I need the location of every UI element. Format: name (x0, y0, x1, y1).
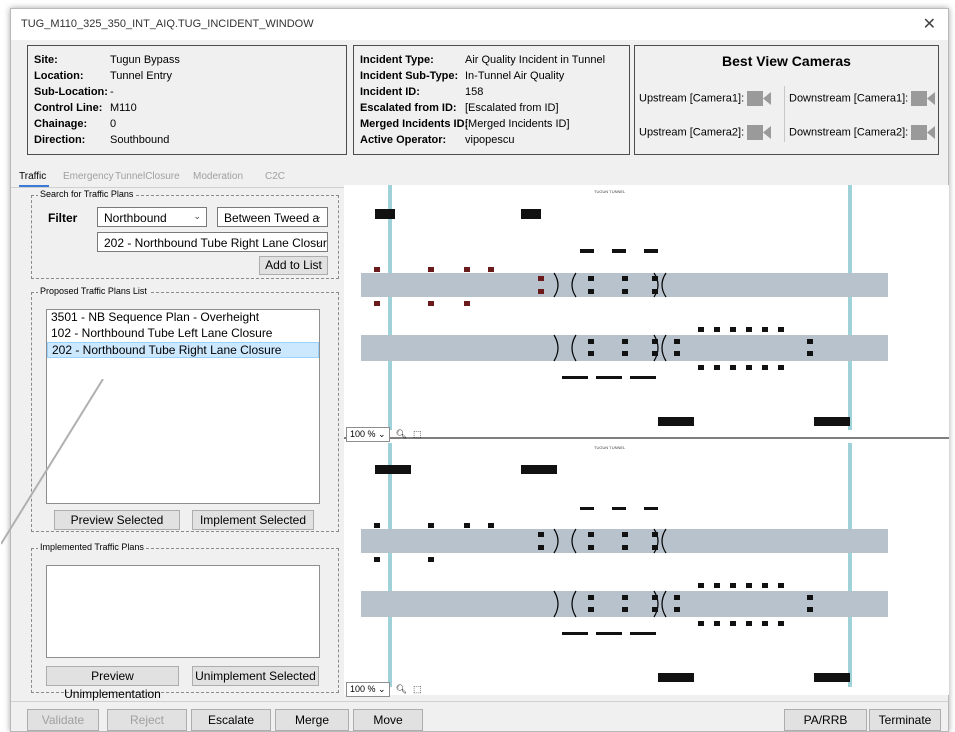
location-value: Tunnel Entry (110, 70, 172, 82)
tab-emergency[interactable]: Emergency (63, 171, 114, 182)
zoom-select[interactable]: 100 % ⌄ (346, 682, 390, 697)
search-group-title: Search for Traffic Plans (38, 189, 136, 199)
downstream-camera2-label: Downstream [Camera2]: (789, 126, 909, 139)
zoom-value: 100 % (350, 684, 376, 694)
sub-location-value: - (110, 86, 114, 98)
incident-id-label: Incident ID: (360, 86, 420, 98)
title-bar: TUG_M110_325_350_INT_AIQ.TUG_INCIDENT_WI… (11, 9, 948, 40)
video-camera-icon[interactable] (747, 90, 772, 107)
tab-tunnelclosure[interactable]: TunnelClosure (115, 171, 180, 182)
list-item[interactable]: 3501 - NB Sequence Plan - Overheight (47, 310, 319, 326)
location-label: Location: (34, 70, 84, 82)
downstream-camera1-label: Downstream [Camera1]: (789, 92, 909, 105)
zoom-magnifier-icon[interactable]: 🔍︎ (396, 684, 407, 695)
tab-traffic[interactable]: Traffic (19, 171, 46, 182)
upstream-camera1-label: Upstream [Camera1]: (639, 92, 745, 105)
unimplement-selected-button[interactable]: Unimplement Selected (192, 666, 319, 686)
filter-label: Filter (48, 211, 78, 225)
lower-zoom-controls: 100 % ⌄ 🔍︎ ⬚ (346, 682, 422, 697)
segment-select[interactable]: Between Tweed a ⌄ (217, 207, 328, 227)
best-view-cameras-panel: Best View Cameras Upstream [Camera1]: Do… (634, 45, 939, 155)
tab-c2c[interactable]: C2C (265, 171, 285, 182)
escalated-from-value: [Escalated from ID] (465, 102, 559, 114)
direction-label: Direction: (34, 134, 86, 146)
active-operator-value: vipopescu (465, 134, 515, 146)
upper-map-panel: TUGUN TUNNEL (344, 185, 949, 437)
close-icon[interactable]: ✕ (923, 14, 936, 34)
lower-map-panel: TUGUN TUNNEL (361, 443, 888, 687)
escalated-from-label: Escalated from ID: (360, 102, 457, 114)
fit-to-view-icon[interactable]: ⬚ (413, 429, 422, 440)
implement-selected-button[interactable]: Implement Selected (192, 510, 314, 530)
site-value: Tugun Bypass (110, 54, 180, 66)
active-tab-indicator (19, 185, 49, 187)
traffic-plan-select[interactable]: 202 - Northbound Tube Right Lane Closure… (97, 232, 328, 252)
incident-window: TUG_M110_325_350_INT_AIQ.TUG_INCIDENT_WI… (1, 8, 949, 732)
location-info-panel: Site: Tugun Bypass Location: Tunnel Entry … (27, 45, 347, 155)
merge-button[interactable]: Merge (275, 709, 349, 731)
action-bar: Validate Reject Escalate Merge Move PA/R… (11, 701, 948, 732)
zoom-select[interactable]: 100 % ⌄ (346, 427, 390, 442)
traffic-map-view[interactable]: TUGUN TUNNEL TUGUN TUNNEL 100 % ⌄ 🔍︎ ⬚ 1… (344, 185, 949, 697)
incident-info-panel: Incident Type: Air Quality Incident in Tu… (353, 45, 630, 155)
merged-incidents-label: Merged Incidents ID: (360, 118, 469, 130)
drawn-line-annotation (1, 379, 104, 545)
active-operator-label: Active Operator: (360, 134, 447, 146)
proposed-group-title: Proposed Traffic Plans List (38, 286, 149, 296)
sub-location-label: Sub-Location: (34, 86, 108, 98)
cameras-divider (784, 86, 785, 142)
upstream-camera2[interactable]: Upstream [Camera2]: (639, 124, 772, 141)
zoom-magnifier-icon[interactable]: 🔍︎ (396, 429, 407, 440)
incident-subtype-label: Incident Sub-Type: (360, 70, 459, 82)
list-item[interactable]: 102 - Northbound Tube Left Lane Closure (47, 326, 319, 342)
search-traffic-plans-group: Search for Traffic Plans Filter Northbou… (31, 189, 339, 279)
zoom-value: 100 % (350, 429, 376, 439)
incident-type-label: Incident Type: (360, 54, 434, 66)
implemented-plans-list[interactable] (46, 565, 320, 658)
traffic-map-canvas[interactable]: TUGUN TUNNEL TUGUN TUNNEL (344, 185, 949, 695)
implemented-traffic-plans-group: Implemented Traffic Plans Preview Unimpl… (31, 542, 339, 701)
upstream-camera1[interactable]: Upstream [Camera1]: (639, 90, 772, 107)
svg-text:TUGUN TUNNEL: TUGUN TUNNEL (594, 445, 626, 450)
tunnel-label: TUGUN TUNNEL (594, 189, 626, 194)
downstream-camera1[interactable]: Downstream [Camera1]: (789, 90, 936, 107)
control-line-label: Control Line: (34, 102, 103, 114)
chainage-label: Chainage: (34, 118, 88, 130)
site-label: Site: (34, 54, 58, 66)
list-item[interactable]: 202 - Northbound Tube Right Lane Closure (47, 342, 319, 358)
add-to-list-button[interactable]: Add to List (259, 256, 328, 275)
direction-select-value: Northbound (104, 211, 167, 225)
reject-button[interactable]: Reject (107, 709, 187, 731)
window-title: TUG_M110_325_350_INT_AIQ.TUG_INCIDENT_WI… (21, 18, 314, 30)
incident-subtype-value: In-Tunnel Air Quality (465, 70, 565, 82)
video-camera-icon[interactable] (747, 124, 772, 141)
chainage-value: 0 (110, 118, 117, 130)
validate-button[interactable]: Validate (27, 709, 99, 731)
chevron-down-icon: ⌄ (193, 211, 201, 221)
upstream-camera2-label: Upstream [Camera2]: (639, 126, 745, 139)
cameras-title: Best View Cameras (722, 53, 851, 69)
tab-moderation[interactable]: Moderation (193, 171, 243, 182)
direction-select[interactable]: Northbound ⌄ (97, 207, 207, 227)
preview-unimplementation-button[interactable]: Preview Unimplementation (46, 666, 179, 701)
direction-value: Southbound (110, 134, 170, 146)
video-camera-icon[interactable] (911, 90, 936, 107)
fit-to-view-icon[interactable]: ⬚ (413, 684, 422, 695)
segment-select-value: Between Tweed a (224, 211, 320, 225)
terminate-button[interactable]: Terminate (869, 709, 941, 731)
chevron-down-icon: ⌄ (314, 236, 322, 246)
move-button[interactable]: Move (353, 709, 423, 731)
traffic-plan-select-value: 202 - Northbound Tube Right Lane Closure (104, 236, 328, 250)
chevron-down-icon: ⌄ (314, 211, 322, 221)
control-line-value: M110 (110, 102, 137, 114)
video-camera-icon[interactable] (911, 124, 936, 141)
downstream-camera2[interactable]: Downstream [Camera2]: (789, 124, 936, 141)
pa-rrb-button[interactable]: PA/RRB (784, 709, 867, 731)
merged-incidents-value: [Merged Incidents ID] (465, 118, 570, 130)
escalate-button[interactable]: Escalate (191, 709, 271, 731)
incident-type-value: Air Quality Incident in Tunnel (465, 54, 606, 66)
incident-id-value: 158 (465, 86, 484, 98)
upper-zoom-controls: 100 % ⌄ 🔍︎ ⬚ (346, 427, 422, 442)
